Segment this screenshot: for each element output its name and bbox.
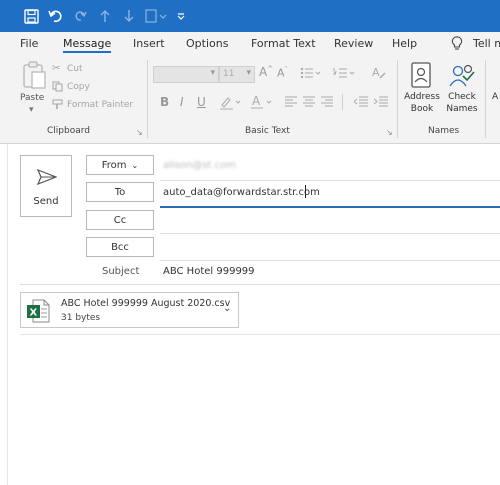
font-color-icon[interactable]: A <box>250 94 276 114</box>
scissors-icon: ✂ <box>52 63 61 74</box>
ribbon-separator <box>397 60 398 138</box>
partial-next-group-label[interactable]: A <box>492 92 498 102</box>
check-names-label-2[interactable]: Names <box>444 104 480 114</box>
from-label: From <box>101 159 127 171</box>
window-left-edge <box>0 144 8 485</box>
to-underline-active <box>160 206 500 208</box>
decrease-indent-icon[interactable] <box>353 96 368 110</box>
tell-me-search[interactable]: Tell m <box>473 37 500 50</box>
align-center-icon[interactable] <box>303 96 315 110</box>
send-button[interactable]: Send <box>20 155 72 217</box>
lightbulb-icon[interactable] <box>451 36 463 53</box>
to-label: To <box>114 186 126 198</box>
copy-button[interactable]: Copy <box>67 82 90 92</box>
font-size-dropdown-icon: ▾ <box>246 68 251 78</box>
from-underline <box>160 180 500 181</box>
attachment-name: ABC Hotel 999999 August 2020.csv <box>61 298 231 309</box>
numbering-icon[interactable] <box>332 66 357 83</box>
bold-icon[interactable]: B <box>160 95 169 109</box>
font-name-box[interactable]: ▾ <box>153 66 219 83</box>
redo-icon[interactable] <box>72 7 88 25</box>
menu-help[interactable]: Help <box>392 37 417 50</box>
to-button[interactable]: To <box>86 182 154 202</box>
excel-letter: X <box>30 308 38 319</box>
from-value: alison@st.com <box>163 160 237 171</box>
excel-file-icon: X <box>26 299 50 326</box>
align-right-icon[interactable] <box>321 96 333 110</box>
ribbon-separator <box>485 60 486 138</box>
attachment-chip[interactable]: X ABC Hotel 999999 August 2020.csv 31 by… <box>20 292 239 328</box>
svg-text:A: A <box>372 66 380 79</box>
bcc-button[interactable]: Bcc <box>86 237 154 257</box>
format-painter-button[interactable]: Format Painter <box>67 100 133 110</box>
attachment-options-chevron-icon[interactable]: ⌄ <box>223 303 231 314</box>
subject-label: Subject <box>102 266 140 277</box>
menu-review[interactable]: Review <box>334 37 373 50</box>
body-divider <box>20 334 500 335</box>
save-icon[interactable] <box>22 7 40 25</box>
menu-format-text[interactable]: Format Text <box>251 37 316 50</box>
customize-toolbar-icon[interactable] <box>176 7 186 25</box>
highlight-icon[interactable] <box>219 95 245 114</box>
paste-icon[interactable] <box>20 60 50 90</box>
cc-input[interactable] <box>160 210 500 232</box>
subject-underline <box>20 284 500 285</box>
subject-input[interactable]: ABC Hotel 999999 <box>163 266 255 277</box>
from-dropdown-icon: ⌄ <box>131 160 139 170</box>
basic-text-launcher-icon[interactable]: ↘ <box>386 128 393 137</box>
clear-formatting-icon[interactable]: A <box>371 65 387 83</box>
paste-dropdown-icon[interactable]: ▾ <box>29 105 34 115</box>
check-names-label-1[interactable]: Check <box>444 92 480 102</box>
font-size-value: 11 <box>223 69 235 79</box>
message-body[interactable] <box>20 336 500 485</box>
copy-icon <box>52 81 63 95</box>
ribbon-separator <box>147 60 148 138</box>
grow-font-icon[interactable]: A^ <box>259 65 273 79</box>
menu-bar: File Message Insert Options Format Text … <box>0 32 500 56</box>
font-name-dropdown-icon: ▾ <box>210 68 215 78</box>
attachment-size: 31 bytes <box>61 313 101 323</box>
names-group-label: Names <box>428 126 460 136</box>
cc-underline <box>160 233 500 234</box>
title-bar <box>0 0 500 32</box>
address-book-label-2[interactable]: Book <box>404 104 440 114</box>
address-book-label-1[interactable]: Address <box>404 92 440 102</box>
menu-file[interactable]: File <box>20 37 38 50</box>
arrow-up-icon[interactable] <box>98 7 112 25</box>
undo-icon[interactable] <box>47 7 65 25</box>
basic-text-group-label: Basic Text <box>245 126 290 136</box>
bcc-underline <box>160 260 500 261</box>
italic-icon[interactable]: I <box>180 95 184 109</box>
form-icon[interactable] <box>144 7 168 25</box>
cc-button[interactable]: Cc <box>86 210 154 230</box>
underline-icon[interactable]: U <box>197 95 206 109</box>
bcc-label: Bcc <box>111 241 129 253</box>
to-input[interactable]: auto_data@forwardstar.str.com <box>163 187 320 198</box>
address-book-icon[interactable] <box>409 62 435 93</box>
shrink-font-icon[interactable]: Aˇ <box>277 66 288 80</box>
increase-indent-icon[interactable] <box>373 96 388 110</box>
menu-message[interactable]: Message <box>63 37 112 53</box>
font-size-box[interactable]: 11 ▾ <box>219 66 255 83</box>
ribbon: Paste ▾ ✂ Cut Copy Format Painter Clipbo… <box>0 56 500 144</box>
clipboard-group-label: Clipboard <box>47 126 90 136</box>
text-cursor <box>305 185 306 198</box>
ribbon-divider <box>342 94 343 110</box>
send-icon <box>36 168 58 188</box>
clipboard-launcher-icon[interactable]: ↘ <box>136 128 143 137</box>
arrow-down-icon[interactable] <box>122 7 136 25</box>
bullets-icon[interactable] <box>300 66 322 83</box>
cc-label: Cc <box>113 214 127 226</box>
menu-insert[interactable]: Insert <box>133 37 165 50</box>
svg-text:A: A <box>252 94 261 108</box>
check-names-icon[interactable] <box>447 62 477 93</box>
bcc-input[interactable] <box>160 237 500 259</box>
send-label: Send <box>33 196 59 207</box>
menu-options[interactable]: Options <box>186 37 228 50</box>
align-left-icon[interactable] <box>285 96 297 110</box>
paste-button[interactable]: Paste <box>20 93 44 103</box>
from-button[interactable]: From ⌄ <box>86 155 154 175</box>
format-painter-icon <box>52 99 64 113</box>
cut-button[interactable]: Cut <box>67 64 83 74</box>
